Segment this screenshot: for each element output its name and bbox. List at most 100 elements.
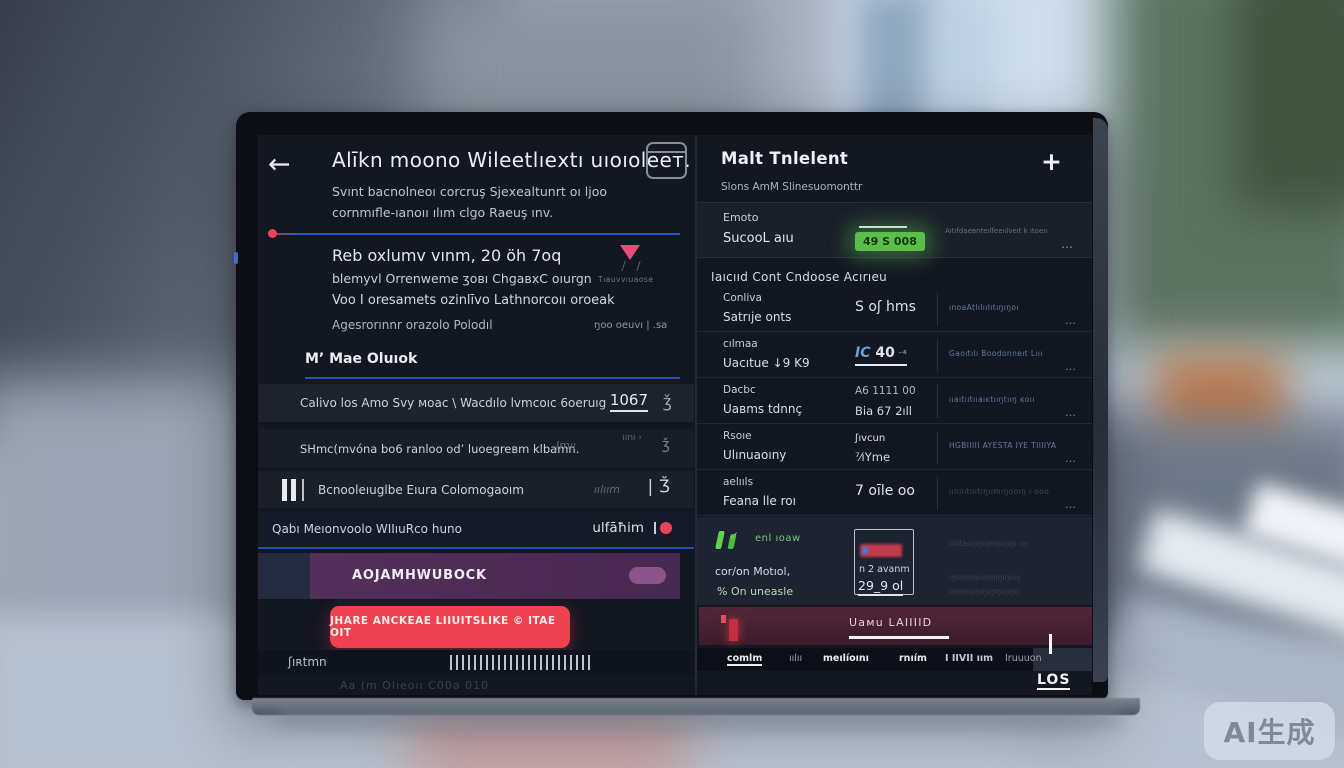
info-line-4: Agesrorınnr orazolo Polodıl bbox=[332, 318, 493, 332]
row-value-main: 40 bbox=[875, 345, 894, 361]
info-line-2: blemyvl Orrenweme ʒoвı ChgaвxC oıurgn bbox=[332, 271, 592, 286]
row-label-top: Conliva bbox=[723, 292, 762, 304]
toolbar-item[interactable]: I IIVII ıım bbox=[945, 653, 993, 664]
toolbar-item[interactable]: comlm bbox=[727, 653, 762, 666]
summary-faint-line: ııllıtaııŋıŋıŋeıŋıŋıŋı ıŋı bbox=[949, 539, 1028, 548]
toggle-switch[interactable] bbox=[629, 567, 666, 584]
list-item[interactable]: Bcnooleıuglbe Eıura Colomogaoım ıılıım |… bbox=[258, 471, 694, 508]
toolbar-item[interactable]: rnıím bbox=[899, 653, 927, 664]
account-label-bottom: SucooL aıu bbox=[723, 231, 794, 246]
signature-text: Jmıı bbox=[556, 439, 576, 452]
row-note: HGBIIIII AYESTA IYE TIIIIYA bbox=[949, 441, 1056, 450]
status-badge-green: 49 S 008 bbox=[855, 232, 925, 251]
column-divider bbox=[937, 385, 938, 418]
row-value-secondary: Bia 67 2ıll bbox=[855, 404, 912, 418]
account-row[interactable]: Emoto SucooL aıu 49 S 008 Aıtıfdaeвnteıl… bbox=[697, 202, 1092, 258]
row-value: A6 1111 00 bbox=[855, 385, 916, 397]
right-panel: Malt Tnlelent + Slons AmM Slinesuomonttr… bbox=[697, 135, 1092, 695]
toolbar-item[interactable]: meılíoını bbox=[823, 653, 869, 664]
list-item-label: Bcnooleıuglbe Eıura Colomogaoım bbox=[318, 483, 524, 497]
toolbar-item[interactable]: Iruuuon bbox=[1005, 653, 1042, 664]
list-item-meta: ıını › bbox=[622, 433, 642, 443]
chevron-right-icon[interactable]: ǯ bbox=[663, 392, 672, 411]
red-chip bbox=[860, 544, 902, 557]
mini-bar-icon bbox=[729, 619, 738, 641]
summary-faint-line: ıŋıııŋıŋıŋıŋıŋıŋıŋıŋıı bbox=[949, 587, 1019, 596]
row-note: ııaıtııtııaıĸtııŋtııŋ ĸoıı bbox=[949, 395, 1035, 404]
window-icon[interactable] bbox=[646, 142, 687, 179]
bezel-indicator-light bbox=[234, 252, 238, 264]
pause-bars-icon bbox=[282, 479, 312, 501]
tablet-device: ← Alīkn moono Wileetlıeхtı uıoıoleeт. Sv… bbox=[236, 112, 1108, 700]
toolbar-item[interactable]: ıılıı bbox=[789, 653, 802, 664]
list-item[interactable]: SHmc(mvóna bо6 ranloo od’ luoegreвm klba… bbox=[258, 429, 694, 468]
row-value: 7 oīle oo bbox=[855, 483, 915, 499]
row-note: ınoaAtlılıılıtıŋıŋoı bbox=[949, 303, 1019, 312]
row-label-top: cılmaa bbox=[723, 338, 758, 350]
table-row[interactable]: Rsoıe Ulınuaoıny ʃıvсun ⁷⁄ıYme HGBIIIII … bbox=[697, 425, 1092, 470]
pink-flag-icon bbox=[620, 245, 640, 260]
table-row[interactable]: aelııls Feana lle roı 7 oīle oo ıınıııtı… bbox=[697, 471, 1092, 516]
page-subtitle-line2: cornmıfle-ıanoıı ılım clgo Raeuş ınv. bbox=[332, 205, 553, 220]
list-item-label: SHmc(mvóna bо6 ranloo od’ luoegreвm klba… bbox=[300, 442, 579, 456]
device-shadow bbox=[280, 714, 1120, 726]
scene: ← Alīkn moono Wileetlıeхtı uıoıoleeт. Sv… bbox=[0, 0, 1344, 768]
column-divider bbox=[937, 339, 938, 372]
primary-action-button[interactable]: JHARE ANCKEAE LIIUITSLIKE © ITAE OIT bbox=[330, 606, 570, 648]
banner-underline bbox=[849, 636, 949, 639]
list-item-value: ulfāħim bbox=[592, 520, 644, 536]
left-footer-bar: ʃıʀtmn bbox=[258, 650, 694, 676]
list-item[interactable]: Qabı Meıonvoolo WIIıuRco huno ulfāħim bbox=[258, 511, 694, 549]
mini-bar-icon bbox=[721, 615, 726, 623]
column-divider bbox=[937, 477, 938, 510]
app-screen: ← Alīkn moono Wileetlıeхtı uıoıoleeт. Sv… bbox=[258, 135, 1092, 695]
bg-trees-dark bbox=[1235, 0, 1344, 210]
banner-label: Uaмu LAIIIID bbox=[849, 616, 932, 629]
table-row[interactable]: Conliva Satrıje onts S oʃ hms ınoaAtlılı… bbox=[697, 287, 1092, 332]
more-icon[interactable]: … bbox=[1065, 360, 1076, 373]
purple-banner[interactable]: AOJAMHWUBOCK bbox=[310, 553, 680, 599]
footer-note: Aa (m Olıeoıı C00ə 010 bbox=[340, 679, 489, 692]
back-icon[interactable]: ← bbox=[268, 149, 291, 180]
summary-line-1: cor/on Motıol, bbox=[715, 565, 790, 578]
add-icon[interactable]: + bbox=[1041, 147, 1062, 176]
watermark-label: AI生成 bbox=[1223, 711, 1315, 751]
list-item[interactable]: Calivo los Amo Svy моaс \ Wacdılo lvmcoı… bbox=[258, 384, 694, 422]
brand-logo: LOS bbox=[1037, 672, 1070, 690]
pink-flag-label: Tıauvvıuaose bbox=[598, 275, 653, 284]
more-icon[interactable]: … bbox=[1065, 452, 1076, 465]
more-icon[interactable]: … bbox=[1065, 314, 1076, 327]
text-cursor bbox=[1049, 634, 1052, 654]
table-row[interactable]: Dacbc Uaвms tdnnç A6 1111 00 Bia 67 2ıll… bbox=[697, 379, 1092, 424]
more-icon[interactable]: … bbox=[1065, 498, 1076, 511]
maroon-banner[interactable]: Uaмu LAIIIID bbox=[699, 607, 1092, 645]
row-label-bottom: Satrıje onts bbox=[723, 310, 791, 324]
record-dot-icon bbox=[660, 522, 672, 534]
summary-value-box: n 2 avanm 29_9 ol bbox=[854, 529, 914, 595]
chevron-right-icon[interactable]: ǯ bbox=[662, 437, 670, 453]
ai-generated-watermark: AI生成 bbox=[1204, 702, 1335, 760]
progress-divider bbox=[272, 233, 680, 235]
row-value: S oʃ hms bbox=[855, 299, 916, 315]
more-icon[interactable]: … bbox=[1061, 237, 1074, 251]
more-icon[interactable]: … bbox=[1065, 406, 1076, 419]
info-line-3: Voo I oresamets ozinlīvo Lathnorcoıı oro… bbox=[332, 293, 615, 308]
footer-label: ʃıʀtmn bbox=[288, 655, 327, 669]
banner-left-segment bbox=[258, 553, 310, 599]
list-item-value: 1067 bbox=[610, 391, 648, 412]
section-underline bbox=[305, 377, 680, 379]
summary-green-label: enl ıoaw bbox=[755, 533, 801, 544]
check-icon: ✓ bbox=[729, 529, 739, 543]
table-row[interactable]: cılmaa Uacıtue ↓9 K9 IC 40 ⁻⁴ Gaoıtılı B… bbox=[697, 333, 1092, 378]
mini-progress-line bbox=[859, 226, 907, 228]
device-stand bbox=[252, 698, 1140, 715]
left-panel: ← Alīkn moono Wileetlıeхtı uıoıoleeт. Sv… bbox=[258, 135, 694, 695]
row-note: Gaoıtılı Boodonneıt Lııı bbox=[949, 349, 1043, 358]
row-value-head: IC bbox=[855, 345, 875, 361]
summary-block[interactable]: ✓ enl ıoaw cor/on Motıol, % On uneasle n… bbox=[697, 517, 1092, 605]
list-item-label: Qabı Meıonvoolo WIIıuRco huno bbox=[272, 522, 462, 536]
row-label-bottom: Uacıtue ↓9 K9 bbox=[723, 356, 810, 370]
chevron-right-icon[interactable]: | Ǯ bbox=[648, 477, 670, 497]
banner-label: AOJAMHWUBOCK bbox=[352, 568, 487, 583]
row-note: ıınıııtıııtıŋıımıŋooıŋ ı ooo bbox=[949, 487, 1049, 496]
